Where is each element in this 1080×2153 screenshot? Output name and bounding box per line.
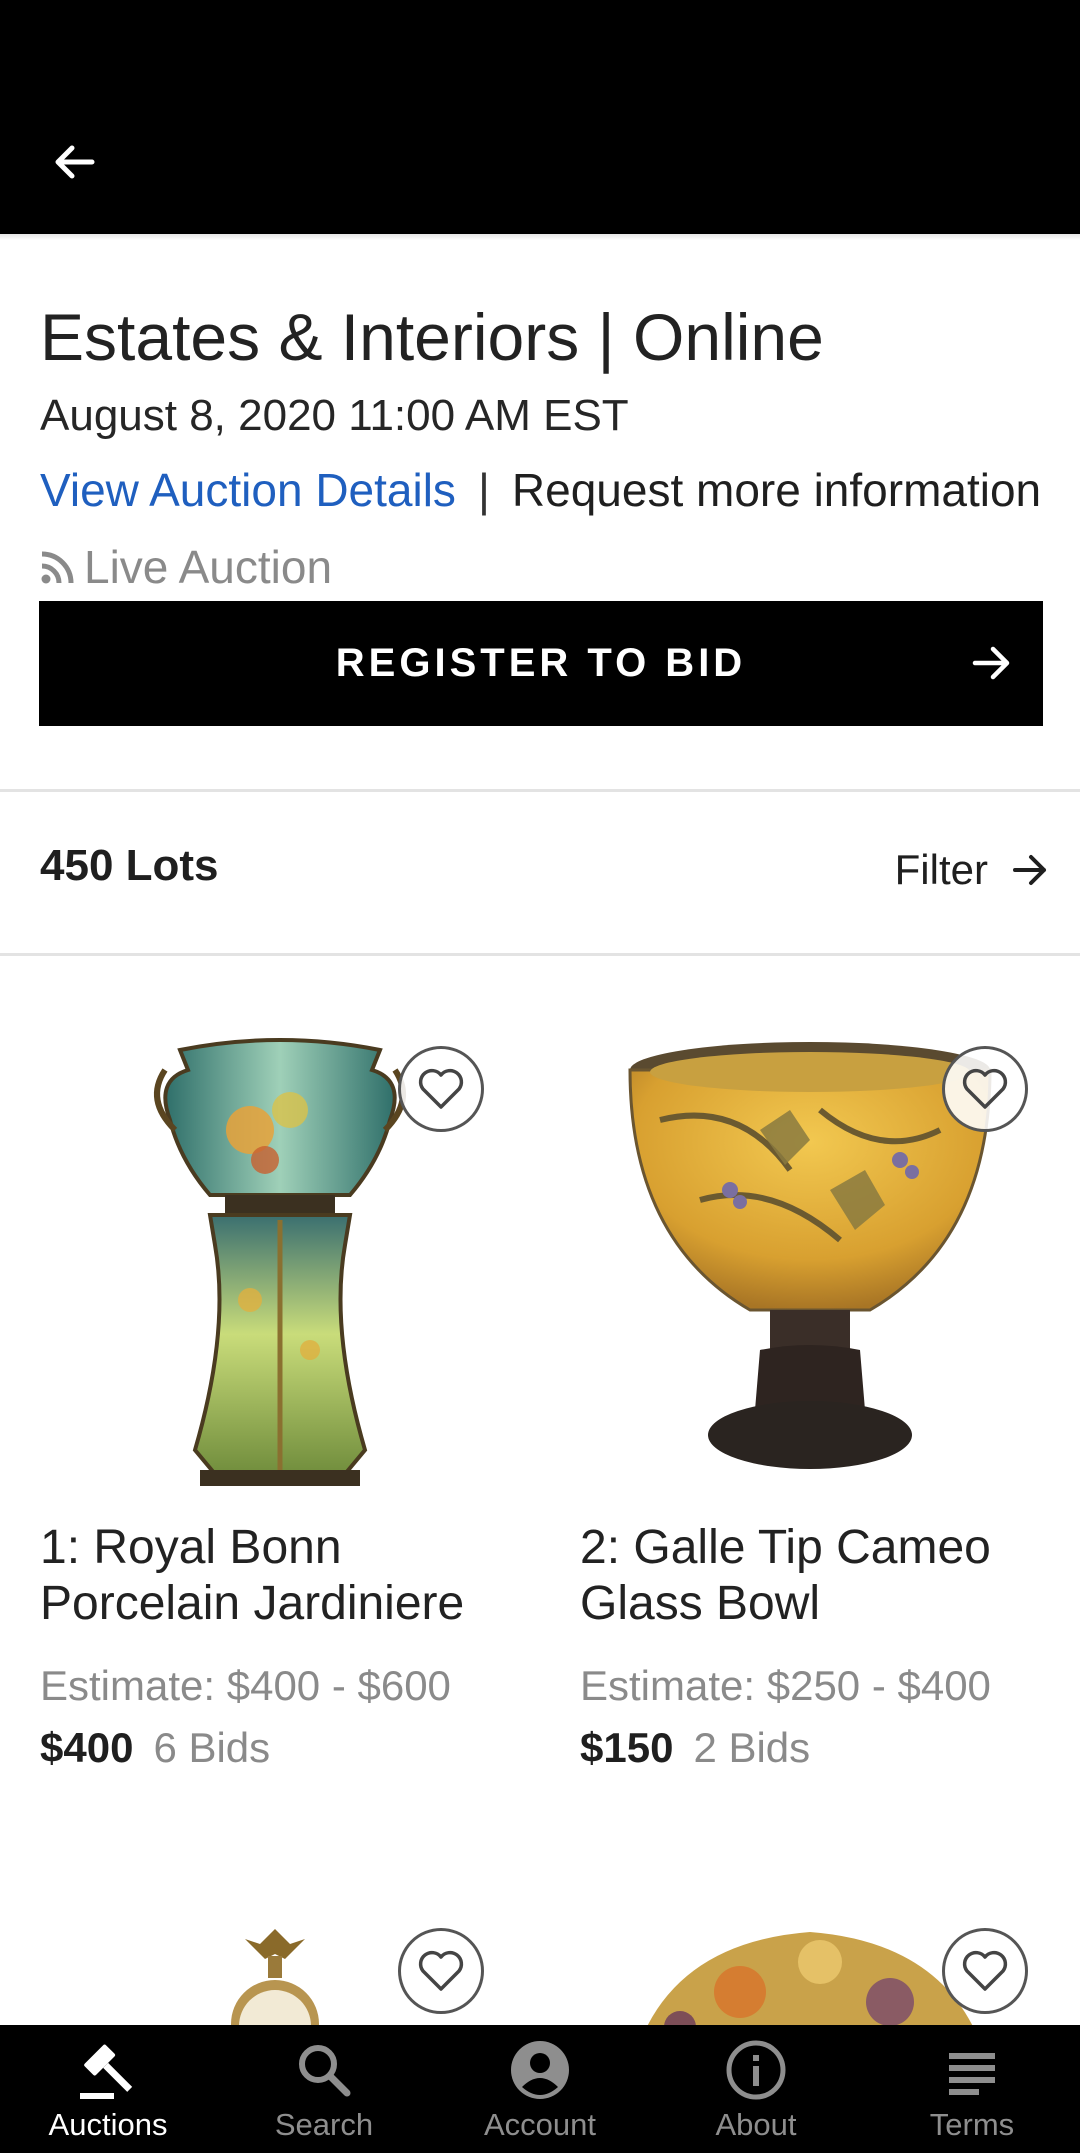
- nav-tab-search[interactable]: Search: [216, 2025, 432, 2153]
- gavel-icon: [80, 2044, 133, 2099]
- nav-label-about: About: [715, 2107, 797, 2142]
- lot-title[interactable]: 1: Royal Bonn Porcelain Jardiniere: [40, 1520, 540, 1632]
- lot-current-price: $150: [580, 1724, 674, 1771]
- nav-label-auctions: Auctions: [48, 2107, 168, 2142]
- favorite-button[interactable]: [942, 1046, 1028, 1132]
- heart-outline-icon: [962, 1950, 1008, 1991]
- lot-image-jardiniere: [154, 1038, 406, 1486]
- nav-tab-about[interactable]: About: [648, 2025, 864, 2153]
- lot-card[interactable]: 2: Galle Tip Cameo Glass Bowl Estimate: …: [580, 1000, 1080, 1800]
- lot-price-row: $400 6 Bids: [40, 1720, 270, 1776]
- view-auction-details-link[interactable]: View Auction Details: [40, 458, 456, 522]
- top-app-bar: [0, 0, 1080, 234]
- arrow-left-icon: [55, 145, 95, 179]
- live-auction-indicator: Live Auction: [40, 536, 332, 598]
- search-icon: [299, 2045, 351, 2097]
- register-to-bid-button[interactable]: REGISTER TO BID: [39, 601, 1043, 726]
- lot-title[interactable]: 2: Galle Tip Cameo Glass Bowl: [580, 1520, 1040, 1632]
- lot-estimate: Estimate: $250 - $400: [580, 1662, 991, 1709]
- lot-price-row: $150 2 Bids: [580, 1720, 810, 1776]
- link-separator: |: [477, 464, 490, 516]
- nav-tab-auctions[interactable]: Auctions: [0, 2025, 216, 2153]
- live-auction-label: Live Auction: [84, 541, 333, 593]
- filter-label: Filter: [894, 846, 988, 893]
- nav-label-account: Account: [483, 2107, 596, 2142]
- section-divider: [0, 953, 1080, 956]
- auction-links: View Auction Details | Request more info…: [40, 458, 1041, 522]
- lots-count: 450 Lots: [40, 841, 219, 890]
- lot-card[interactable]: 1: Royal Bonn Porcelain Jardiniere Estim…: [40, 1000, 540, 1800]
- back-button[interactable]: [40, 128, 108, 196]
- nav-tab-terms[interactable]: Terms: [864, 2025, 1080, 2153]
- heart-outline-icon: [418, 1068, 464, 1109]
- lot-bid-count: 6 Bids: [153, 1724, 271, 1771]
- lot-estimate: Estimate: $400 - $600: [40, 1662, 451, 1709]
- lot-image-cameo-bowl: [628, 1042, 992, 1469]
- favorite-button[interactable]: [398, 1928, 484, 2014]
- favorite-button[interactable]: [398, 1046, 484, 1132]
- arrow-right-icon: [1013, 855, 1046, 885]
- notes-icon: [949, 2053, 995, 2095]
- arrow-right-icon: [972, 646, 1010, 680]
- heart-outline-icon: [418, 1950, 464, 1991]
- favorite-button[interactable]: [942, 1928, 1028, 2014]
- lot-card[interactable]: [40, 1890, 540, 2025]
- nav-label-search: Search: [274, 2107, 374, 2142]
- top-bar-shadow: [0, 234, 1080, 240]
- bottom-navigation: Auctions Search Account About Terms: [0, 2025, 1080, 2153]
- heart-outline-icon: [962, 1068, 1008, 1109]
- lot-current-price: $400: [40, 1724, 134, 1771]
- account-circle-icon: [511, 2041, 569, 2099]
- rss-feed-icon: [41, 551, 74, 584]
- info-icon: [726, 2040, 786, 2100]
- register-to-bid-label: REGISTER TO BID: [335, 641, 747, 685]
- section-divider: [0, 789, 1080, 792]
- request-more-information-link[interactable]: Request more information: [512, 458, 1041, 522]
- auction-title: Estates & Interiors | Online: [40, 300, 824, 374]
- filter-button[interactable]: Filter: [895, 840, 1050, 900]
- auction-date: August 8, 2020 11:00 AM EST: [40, 391, 629, 440]
- nav-tab-account[interactable]: Account: [432, 2025, 648, 2153]
- nav-label-terms: Terms: [929, 2107, 1015, 2142]
- lot-card[interactable]: [580, 1890, 1080, 2025]
- lot-bid-count: 2 Bids: [693, 1724, 811, 1771]
- lot-image-clock: [231, 1929, 319, 2025]
